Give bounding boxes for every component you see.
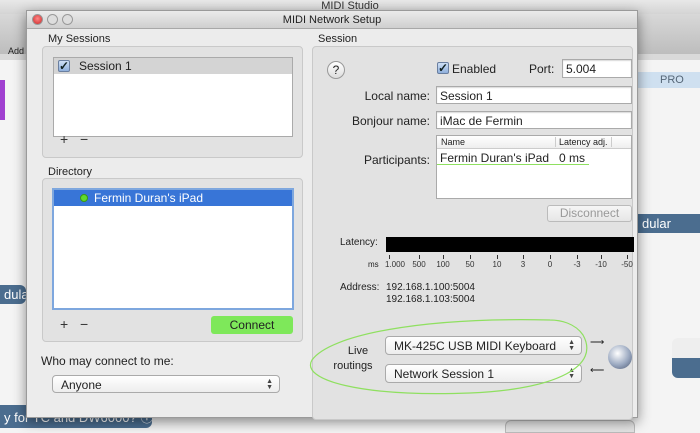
latency-tick — [627, 255, 628, 259]
device-purple — [0, 80, 5, 120]
address-2: 192.168.1.103:5004 — [386, 294, 475, 305]
remove-directory-button[interactable]: − — [80, 316, 88, 332]
sessions-list[interactable]: ✓ Session 1 — [53, 57, 293, 137]
column-header-latency[interactable]: Latency adj. — [555, 137, 612, 147]
directory-item-name: Fermin Duran's iPad — [94, 191, 203, 205]
address-1: 192.168.1.100:5004 — [386, 282, 475, 293]
bonjour-name-label: Bonjour name: — [351, 114, 430, 128]
latency-tick-label: 50 — [465, 260, 475, 269]
latency-tick — [550, 255, 551, 259]
latency-meter — [386, 237, 634, 252]
participants-table[interactable]: Name Latency adj. Fermin Duran's iPad 0 … — [436, 135, 632, 199]
network-globe-icon — [608, 345, 632, 369]
port-input[interactable]: 5.004 — [562, 59, 632, 78]
participants-label: Participants: — [363, 153, 430, 167]
minimize-button[interactable] — [47, 14, 58, 25]
connect-button[interactable]: Connect — [211, 316, 293, 334]
participant-row[interactable]: Fermin Duran's iPad 0 ms — [437, 149, 589, 165]
my-sessions-label: My Sessions — [48, 33, 111, 45]
add-label: Add — [8, 46, 25, 56]
online-status-icon — [80, 194, 88, 202]
session-name: Session 1 — [79, 59, 132, 73]
select-arrows-icon: ▲ ▼ — [266, 378, 273, 391]
directory-row[interactable]: Fermin Duran's iPad — [54, 190, 292, 206]
address-label: Address: — [340, 282, 380, 293]
participant-latency: 0 ms — [559, 151, 586, 165]
session-enabled-checkbox[interactable]: ✓ — [58, 60, 70, 72]
latency-tick-label: -50 — [621, 260, 633, 269]
latency-tick — [419, 255, 420, 259]
latency-tick-label: 100 — [436, 260, 450, 269]
latency-tick — [389, 255, 390, 259]
help-button[interactable]: ? — [327, 61, 345, 79]
directory-label: Directory — [48, 166, 93, 178]
latency-tick — [577, 255, 578, 259]
annotation-ellipse — [309, 319, 588, 395]
latency-unit: ms — [368, 260, 379, 269]
local-name-input[interactable]: Session 1 — [436, 86, 632, 104]
latency-tick-label: 3 — [520, 260, 526, 269]
port-label: Port: — [529, 62, 555, 76]
session-row[interactable]: ✓ Session 1 — [54, 58, 292, 74]
enabled-label: Enabled — [452, 62, 497, 76]
latency-tick — [497, 255, 498, 259]
device-box-bottom — [505, 420, 635, 433]
latency-tick-label: 1.000 — [384, 260, 406, 269]
device-strip-right: dular — [638, 214, 700, 233]
latency-tick — [443, 255, 444, 259]
pro-label: PRO — [638, 72, 700, 88]
add-session-button[interactable]: + — [60, 131, 68, 147]
add-directory-button[interactable]: + — [60, 316, 68, 332]
remove-session-button[interactable]: − — [80, 131, 88, 147]
enabled-checkbox[interactable]: ✓ — [437, 62, 449, 74]
latency-tick-label: 0 — [547, 260, 553, 269]
who-may-connect-select[interactable]: Anyone ▲ ▼ — [52, 375, 280, 393]
latency-tick — [470, 255, 471, 259]
who-may-connect-value: Anyone — [61, 378, 102, 392]
local-name-label: Local name: — [364, 89, 430, 103]
bonjour-name-input[interactable]: iMac de Fermin — [436, 111, 632, 129]
close-button[interactable] — [32, 14, 43, 25]
participant-name: Fermin Duran's iPad — [440, 151, 549, 165]
zoom-button[interactable] — [62, 14, 73, 25]
latency-tick-label: -3 — [573, 260, 581, 269]
latency-tick — [523, 255, 524, 259]
latency-tick-label: 500 — [412, 260, 426, 269]
latency-tick — [601, 255, 602, 259]
title-bar: MIDI Network Setup — [27, 11, 637, 29]
device-strip-left: dular — [0, 285, 26, 304]
disconnect-button[interactable]: Disconnect — [547, 205, 632, 222]
latency-tick-label: -10 — [595, 260, 607, 269]
device-box-right — [672, 338, 700, 378]
latency-tick-label: 10 — [492, 260, 502, 269]
column-header-name[interactable]: Name — [441, 137, 465, 147]
who-may-connect-label: Who may connect to me: — [41, 354, 174, 368]
latency-label: Latency: — [340, 237, 378, 248]
session-label: Session — [318, 33, 358, 45]
directory-list[interactable]: Fermin Duran's iPad — [52, 188, 294, 310]
